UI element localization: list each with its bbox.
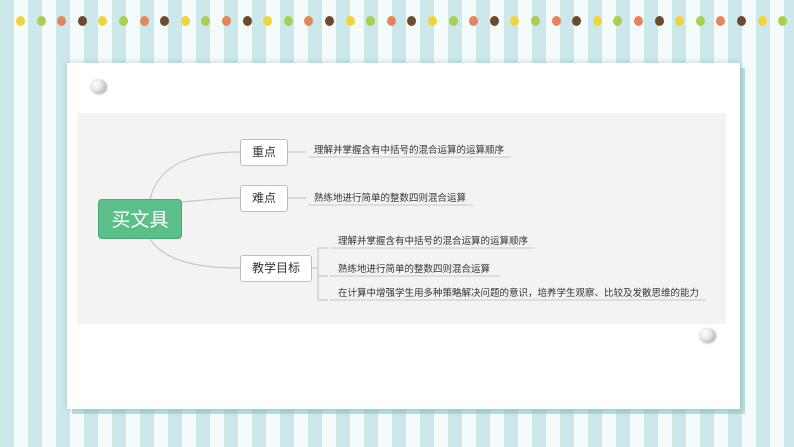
leaf-jiaoxue-3: 在计算中增强学生用多种策略解决问题的意识，培养学生观察、比较及发散思维的能力 xyxy=(338,288,700,299)
leaf-zhongdian-1: 理解并掌握含有中括号的混合运算的运算顺序 xyxy=(314,145,505,156)
connector-root-zhongdian xyxy=(149,151,241,200)
branch-node-zhongdian[interactable]: 重点 xyxy=(240,139,288,166)
branch-node-jiaoxue-mubiao[interactable]: 教学目标 xyxy=(240,255,312,282)
connector-root-jiaoxue xyxy=(149,238,241,269)
mindmap-root-node[interactable]: 买文具 xyxy=(98,199,182,239)
leaf-jiaoxue-1: 理解并掌握含有中括号的混合运算的运算顺序 xyxy=(338,236,529,247)
connector-root-nandian xyxy=(181,197,241,203)
leaf-nandian-1: 熟练地进行简单的整数四则混合运算 xyxy=(314,193,467,204)
branch-node-nandian[interactable]: 难点 xyxy=(240,185,288,212)
connector-jiaoxue-bracket xyxy=(312,247,328,301)
leaf-jiaoxue-2: 熟练地进行简单的整数四则混合运算 xyxy=(338,264,491,275)
